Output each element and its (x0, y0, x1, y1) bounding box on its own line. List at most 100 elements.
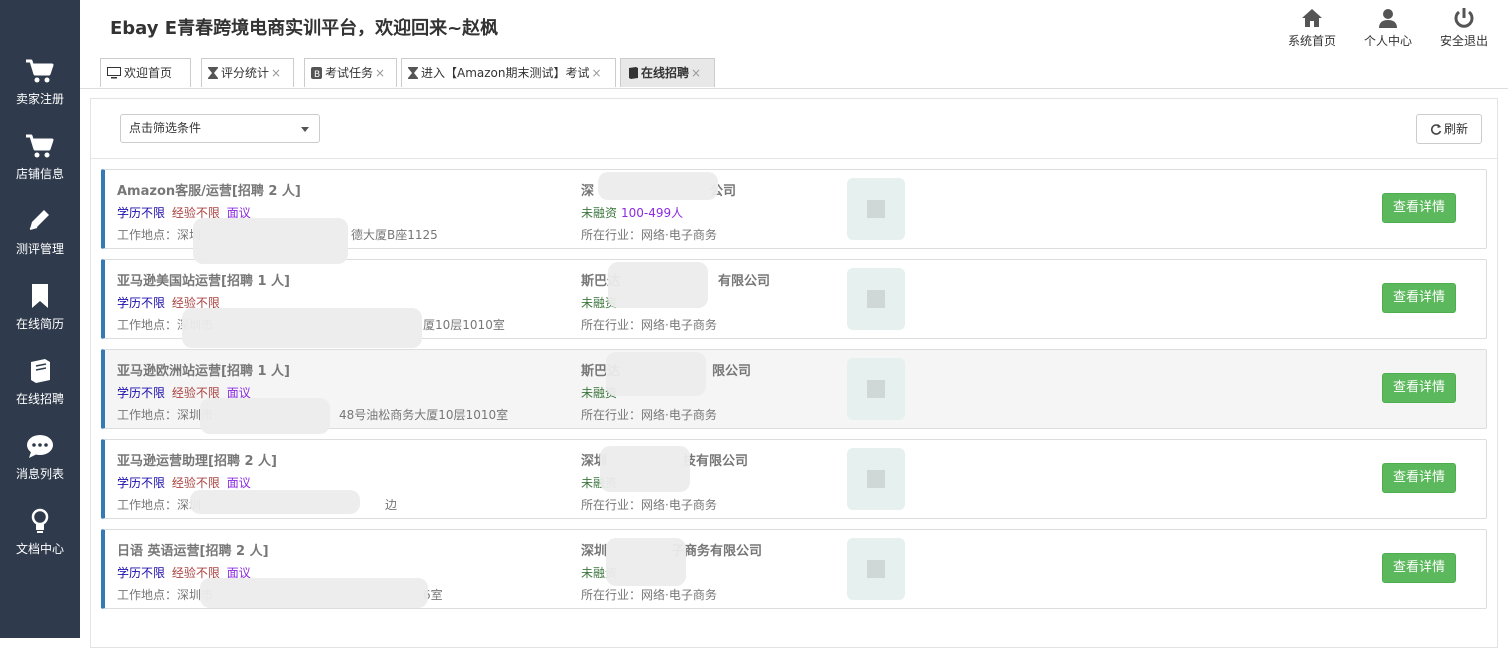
sidebar-item-label: 卖家注册 (15, 92, 64, 106)
company-logo (847, 268, 905, 330)
tab-welcome[interactable]: 欢迎首页 (100, 58, 191, 87)
personal-center-button[interactable]: 个人中心 (1361, 8, 1415, 49)
redaction-mask (600, 446, 690, 492)
education-requirement: 学历不限 (117, 566, 166, 580)
sidebar-item-label: 在线简历 (15, 317, 64, 331)
filter-select[interactable]: 点击筛选条件 (120, 114, 320, 143)
home-label: 系统首页 (1287, 34, 1336, 48)
location-text: 工作地点：深圳市 (117, 588, 214, 602)
sidebar-item-store-info[interactable]: 店铺信息 (0, 133, 80, 193)
company-name-tail: 有限公司 (718, 274, 771, 289)
lightbulb-icon (31, 508, 49, 533)
redaction-mask (182, 308, 422, 348)
company-name-head: 深 (581, 184, 595, 199)
refresh-button[interactable]: 刷新 (1416, 114, 1482, 144)
redaction-mask (606, 538, 686, 586)
tab-close-icon[interactable]: × (592, 66, 602, 80)
user-icon (1379, 9, 1397, 28)
tab-close-icon[interactable]: × (271, 66, 281, 80)
salary: 面议 (226, 476, 251, 490)
sidebar-item-online-recruitment[interactable]: 在线招聘 (0, 358, 80, 418)
company-industry: 所在行业：网络·电子商务 (581, 318, 717, 332)
logout-button[interactable]: 安全退出 (1437, 8, 1491, 49)
location-tail: 德大厦B座1125 (351, 228, 438, 242)
caret-down-icon (301, 127, 309, 132)
funding-stage: 未融资 (581, 206, 618, 220)
sidebar-item-online-resume[interactable]: 在线简历 (0, 283, 80, 343)
view-details-button[interactable]: 查看详情 (1382, 553, 1456, 583)
company-industry: 所在行业：网络·电子商务 (581, 408, 717, 422)
refresh-label: 刷新 (1443, 122, 1468, 136)
view-details-button[interactable]: 查看详情 (1382, 373, 1456, 403)
sidebar-item-message-list[interactable]: 消息列表 (0, 433, 80, 493)
education-requirement: 学历不限 (117, 476, 166, 490)
sidebar-item-label: 测评管理 (15, 242, 64, 256)
job-title: Amazon客服/运营[招聘 2 人] (117, 184, 301, 199)
home-button[interactable]: 系统首页 (1286, 8, 1338, 49)
job-requirements: 学历不限 经验不限 面议 (117, 474, 251, 491)
tab-amazon-final-exam[interactable]: 进入【Amazon期末测试】考试 × (401, 58, 616, 87)
view-details-button[interactable]: 查看详情 (1382, 193, 1456, 223)
job-title: 亚马逊欧洲站运营[招聘 1 人] (117, 364, 290, 379)
book-icon (31, 359, 50, 383)
bookmark-icon (32, 284, 48, 308)
tab-label: 进入【Amazon期末测试】考试 (421, 66, 590, 80)
location-tail: 48号油松商务大厦10层1010室 (339, 408, 509, 422)
company-logo (847, 358, 905, 420)
location-text: 工作地点：深圳市 (117, 408, 214, 422)
job-title: 亚马逊美国站运营[招聘 1 人] (117, 274, 290, 289)
tab-exam-tasks[interactable]: B 考试任务 × (304, 58, 397, 87)
sidebar-item-seller-register[interactable]: 卖家注册 (0, 58, 80, 118)
company-size: 100-499人 (621, 206, 684, 220)
sidebar-item-label: 在线招聘 (15, 392, 64, 406)
filter-select-value: 点击筛选条件 (129, 121, 202, 135)
logout-label: 安全退出 (1439, 34, 1488, 48)
company-logo (847, 448, 905, 510)
tab-score-stats[interactable]: 评分统计 × (201, 58, 294, 87)
redaction-mask (608, 262, 708, 308)
location-tail: 厦10层1010室 (423, 318, 505, 332)
company-funding: 未融资 100-499人 (581, 204, 683, 221)
tab-label: 欢迎首页 (124, 66, 173, 80)
location-tail: 边 (385, 498, 398, 512)
page-title: Ebay E青春跨境电商实训平台，欢迎回来~赵枫 (110, 18, 499, 39)
tab-bar: 欢迎首页 评分统计 × B 考试任务 × 进入【Amazon期末测试】考试 × 在线招聘… (80, 56, 1508, 89)
chat-icon (27, 435, 53, 458)
tab-close-icon[interactable]: × (691, 66, 701, 80)
redaction-mask (190, 490, 360, 514)
location-text: 工作地点：深圳 (117, 498, 202, 512)
tab-close-icon[interactable]: × (375, 66, 385, 80)
tab-online-recruitment[interactable]: 在线招聘 × (620, 58, 715, 87)
exam-icon: B (311, 67, 322, 80)
education-requirement: 学历不限 (117, 206, 166, 220)
redaction-mask (606, 352, 706, 396)
company-industry: 所在行业：网络·电子商务 (581, 588, 717, 602)
book-icon (629, 67, 638, 79)
sidebar-item-label: 店铺信息 (15, 167, 64, 181)
tab-label: 评分统计 (221, 66, 270, 80)
education-requirement: 学历不限 (117, 296, 166, 310)
redaction-mask (598, 172, 718, 200)
view-details-button[interactable]: 查看详情 (1382, 463, 1456, 493)
company-name-tail: 限公司 (712, 364, 752, 379)
sidebar-item-document-center[interactable]: 文档中心 (0, 508, 80, 568)
education-requirement: 学历不限 (117, 386, 166, 400)
power-icon (1454, 8, 1474, 28)
list-divider (91, 158, 1497, 159)
view-details-button[interactable]: 查看详情 (1382, 283, 1456, 313)
cart-icon (26, 134, 54, 158)
cart-icon (26, 59, 54, 83)
sidebar-item-label: 消息列表 (15, 467, 64, 481)
sidebar-item-label: 文档中心 (15, 542, 64, 556)
tab-label: 考试任务 (325, 66, 374, 80)
personal-center-label: 个人中心 (1363, 34, 1412, 48)
redaction-mask (200, 398, 330, 434)
job-title: 亚马逊运营助理[招聘 2 人] (117, 454, 277, 469)
sidebar-item-review-management[interactable]: 测评管理 (0, 208, 80, 268)
company-name-tail: 技有限公司 (683, 454, 749, 469)
experience-requirement: 经验不限 (171, 476, 220, 490)
company-name-head: 深圳 (581, 544, 608, 559)
job-title: 日语 英语运营[招聘 2 人] (117, 544, 269, 559)
company-industry: 所在行业：网络·电子商务 (581, 498, 717, 512)
svg-text:B: B (314, 70, 320, 79)
